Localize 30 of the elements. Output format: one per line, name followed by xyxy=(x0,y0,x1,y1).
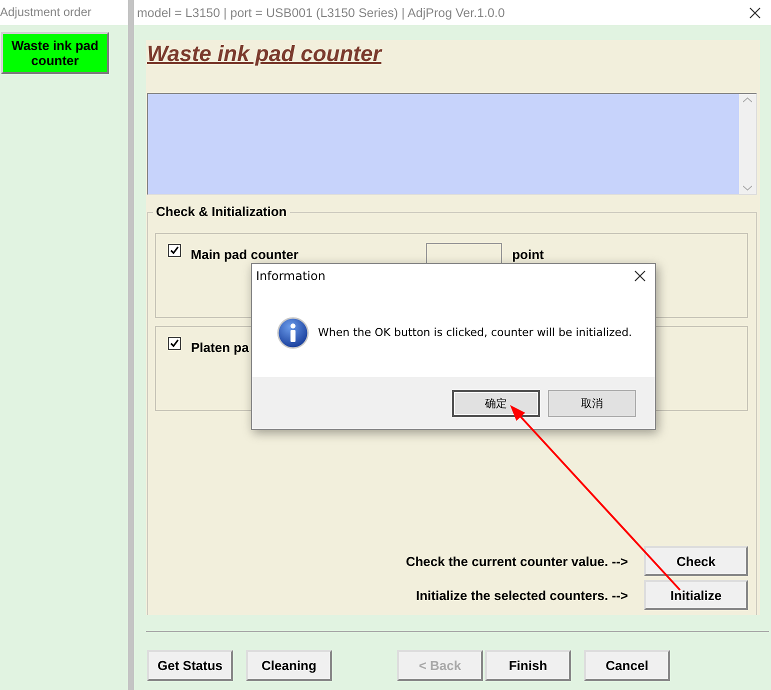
checkbox[interactable] xyxy=(168,337,181,350)
dialog-message: When the OK button is clicked, counter will be initialized. xyxy=(318,326,632,339)
page-heading: Waste ink pad counter xyxy=(147,41,382,66)
dialog-button[interactable]: 取消 xyxy=(548,390,636,416)
footer-button[interactable]: Cleaning xyxy=(246,650,332,681)
counter-label: Platen pa xyxy=(191,340,250,355)
close-icon[interactable] xyxy=(749,6,761,18)
group-title: Check & Initialization xyxy=(153,204,290,219)
scroll-down-icon[interactable] xyxy=(743,185,752,191)
action-hint: Initialize the selected counters. --> xyxy=(416,588,628,602)
info-icon xyxy=(277,316,309,348)
scrollbar[interactable] xyxy=(739,94,756,194)
scroll-up-icon[interactable] xyxy=(743,97,752,103)
text-area[interactable] xyxy=(147,93,757,195)
counter-label: Main pad counter xyxy=(190,247,300,262)
footer-button[interactable]: Finish xyxy=(485,650,571,681)
footer-button[interactable]: Cancel xyxy=(584,650,670,681)
dialog-title: Information xyxy=(256,269,326,283)
close-icon[interactable] xyxy=(634,270,646,282)
counter-field[interactable] xyxy=(426,243,502,263)
pane-title: Adjustment order xyxy=(0,0,128,25)
order-item[interactable]: Waste ink pad counter xyxy=(1,32,109,74)
window-title: model = L3150 | port = USB001 (L3150 Series) | AdjProg Ver.1.0.0 xyxy=(137,6,505,20)
footer-button[interactable]: Get Status xyxy=(147,650,233,681)
dialog-button[interactable]: 确定 xyxy=(452,390,540,416)
action-button[interactable]: Check xyxy=(644,546,748,576)
action-hint: Check the current counter value. --> xyxy=(406,554,628,568)
action-button[interactable]: Initialize xyxy=(644,580,748,610)
checkbox[interactable] xyxy=(168,244,181,257)
unit-label: point xyxy=(512,247,545,262)
